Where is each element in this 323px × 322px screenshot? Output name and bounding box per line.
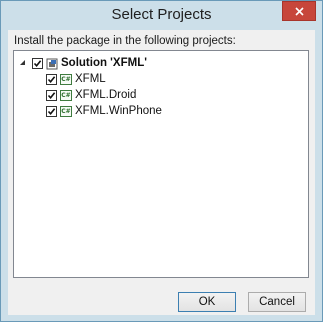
dialog-body: Install the package in the following pro… (8, 30, 315, 315)
cancel-button[interactable]: Cancel (248, 292, 306, 312)
solution-checkbox[interactable] (32, 57, 43, 69)
close-button[interactable] (282, 1, 316, 21)
project-tree[interactable]: Solution 'XFML' C# XFML C# XFML.Droid C#… (13, 50, 309, 278)
title-bar[interactable]: Select Projects (1, 1, 322, 29)
select-projects-dialog: Select Projects Install the package in t… (0, 0, 323, 322)
tree-item-solution[interactable]: Solution 'XFML' (18, 55, 147, 71)
project-label: XFML.Droid (75, 89, 137, 101)
instruction-label: Install the package in the following pro… (14, 35, 236, 47)
csharp-project-icon: C# (60, 89, 72, 101)
solution-label: Solution 'XFML' (61, 57, 147, 69)
checkmark-icon (47, 75, 56, 83)
checkmark-icon (47, 91, 56, 99)
dialog-title: Select Projects (111, 6, 212, 23)
checkmark-icon (33, 59, 42, 67)
tree-item-project[interactable]: C# XFML.WinPhone (46, 103, 162, 119)
tree-item-project[interactable]: C# XFML (46, 71, 106, 87)
project-label: XFML (75, 73, 106, 85)
collapse-arrow-icon[interactable] (18, 58, 28, 68)
project-checkbox[interactable] (46, 105, 57, 117)
tree-item-project[interactable]: C# XFML.Droid (46, 87, 136, 103)
csharp-project-icon: C# (60, 73, 72, 85)
ok-button[interactable]: OK (178, 292, 236, 312)
close-icon (295, 7, 304, 16)
checkmark-icon (47, 107, 56, 115)
csharp-project-icon: C# (60, 105, 72, 117)
solution-icon (46, 57, 58, 70)
project-label: XFML.WinPhone (75, 105, 162, 117)
project-checkbox[interactable] (46, 73, 57, 85)
project-checkbox[interactable] (46, 89, 57, 101)
